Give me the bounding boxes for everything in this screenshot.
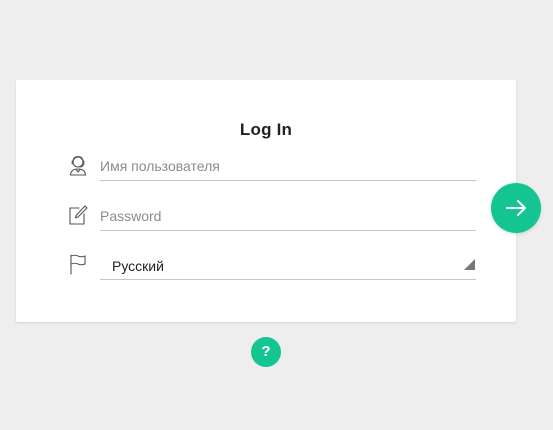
- language-select[interactable]: Русский: [100, 253, 476, 280]
- login-title: Log In: [239, 120, 293, 139]
- username-field[interactable]: [100, 154, 476, 181]
- arrow-right-icon: [506, 200, 526, 216]
- user-headset-icon: [68, 154, 88, 176]
- password-field[interactable]: [100, 204, 476, 231]
- edit-icon: [68, 204, 88, 226]
- flag-icon: [68, 253, 88, 275]
- login-submit-button[interactable]: [491, 183, 541, 233]
- help-button[interactable]: ?: [251, 337, 281, 367]
- login-card: Log In Русский: [16, 80, 516, 322]
- username-input[interactable]: [100, 154, 470, 178]
- language-select-value: Русский: [112, 258, 164, 274]
- dropdown-triangle-icon: [464, 259, 475, 270]
- password-input[interactable]: [100, 204, 470, 228]
